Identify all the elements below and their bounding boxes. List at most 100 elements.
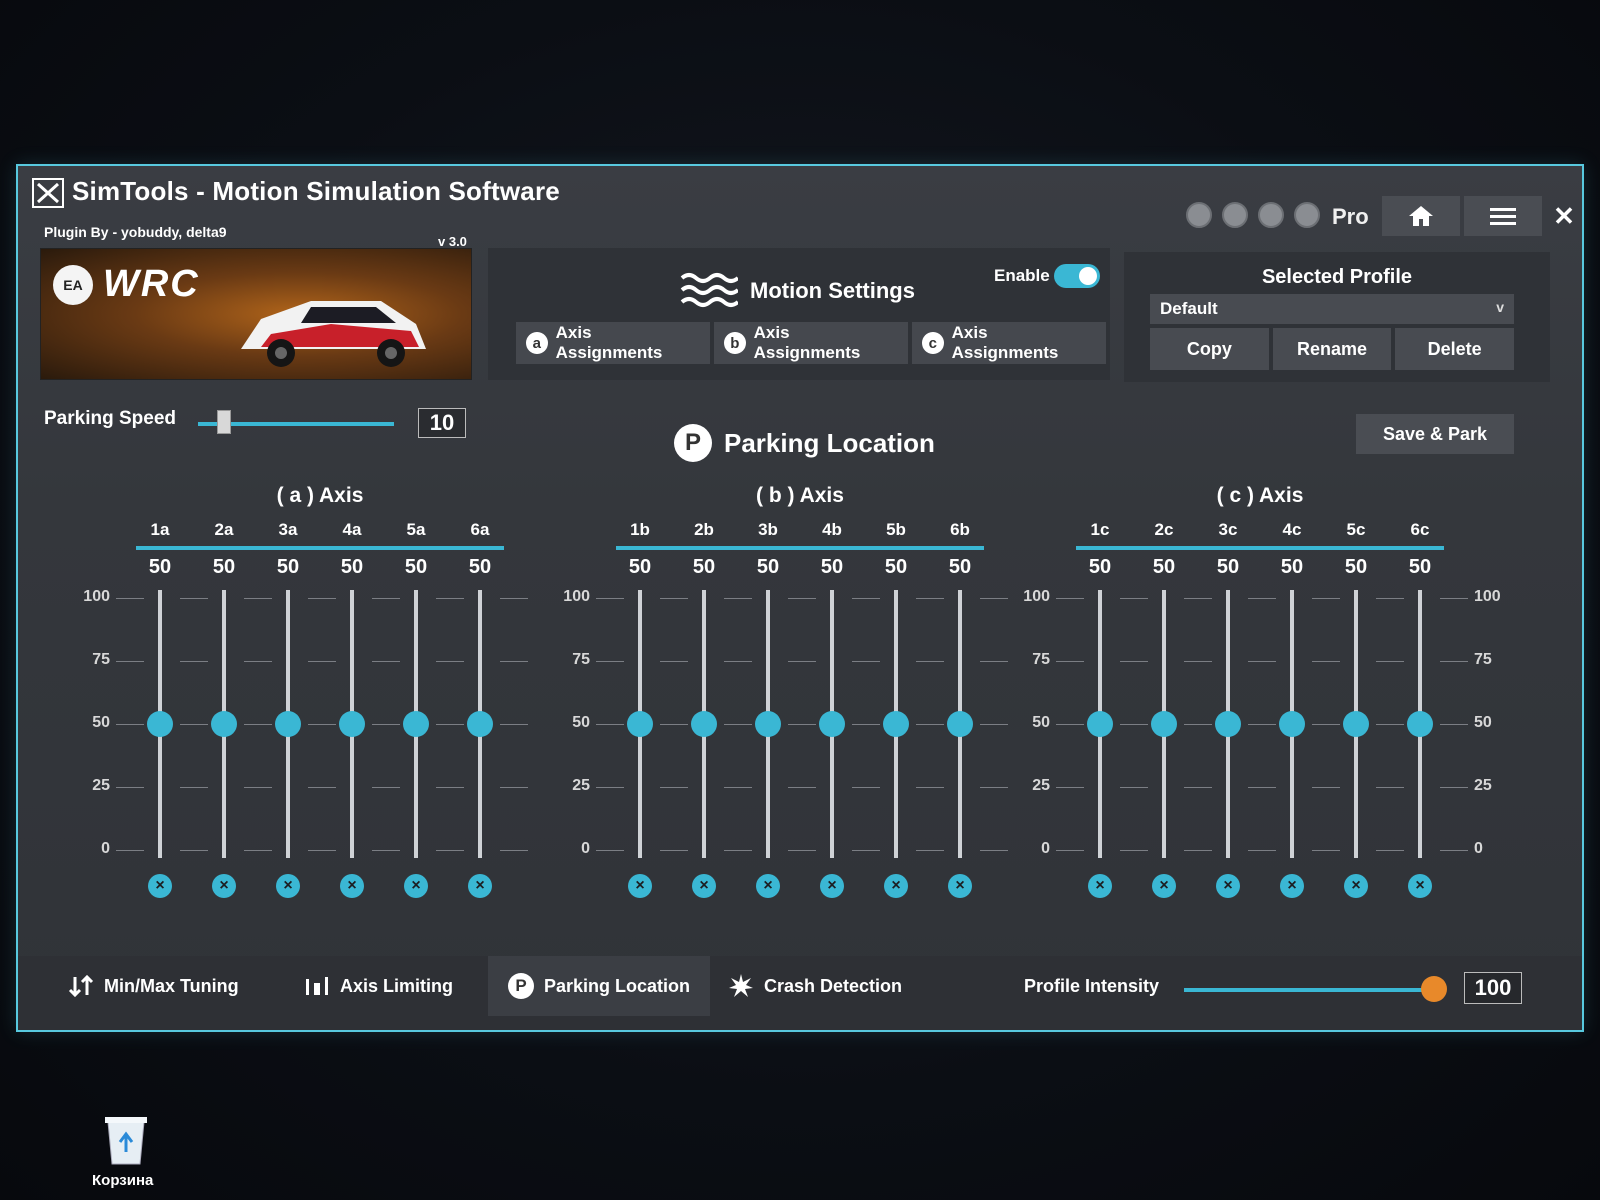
tab-parking-location[interactable]: P Parking Location	[488, 956, 711, 1016]
save-and-park-button[interactable]: Save & Park	[1356, 414, 1514, 454]
slider-knob[interactable]	[467, 711, 493, 737]
axis-limit-icon	[306, 977, 328, 995]
slider-knob[interactable]	[403, 711, 429, 737]
axis-label: 5a	[406, 520, 426, 539]
tab-axis-limiting[interactable]: Axis Limiting	[284, 956, 473, 1016]
axis-group-a: ( a ) Axis 1a 50 × 2a 50 × 3a 50 × 4a 50 × 5a 50 × 6a 50 ×…	[83, 484, 528, 924]
menu-button[interactable]	[1464, 196, 1542, 236]
reset-axis-icon[interactable]: ×	[404, 874, 428, 898]
profile-intensity-value[interactable]: 100	[1464, 972, 1522, 1004]
axis-label: 4c	[1282, 520, 1302, 539]
slider-knob[interactable]	[1215, 711, 1241, 737]
simtools-logo-icon	[32, 178, 64, 208]
rally-car-image	[241, 301, 426, 367]
reset-axis-icon[interactable]: ×	[1088, 874, 1112, 898]
slider-knob[interactable]	[1279, 711, 1305, 737]
scale-tick-label: 0	[1474, 840, 1483, 857]
axis-slider-6b: 6b 50 ×	[928, 484, 992, 924]
letter-c-icon: c	[922, 332, 944, 354]
rename-button[interactable]: Rename	[1272, 328, 1392, 370]
axis-slider-2a: 2a 50 ×	[192, 484, 256, 924]
reset-axis-icon[interactable]: ×	[948, 874, 972, 898]
parking-speed-value[interactable]: 10	[418, 408, 466, 438]
recycle-bin-icon[interactable]	[100, 1112, 152, 1166]
reset-axis-icon[interactable]: ×	[1216, 874, 1240, 898]
axis-group-b: ( b ) Axis 1b 50 × 2b 50 × 3b 50 × 4b 50 × 5b 50 × 6b 50 ×…	[563, 484, 1008, 924]
reset-axis-icon[interactable]: ×	[148, 874, 172, 898]
tab-axis-assignments-a[interactable]: a Axis Assignments	[516, 322, 710, 364]
slider-knob[interactable]	[1407, 711, 1433, 737]
reset-axis-icon[interactable]: ×	[212, 874, 236, 898]
axis-slider-1a: 1a 50 ×	[128, 484, 192, 924]
tab-axis-assignments-c[interactable]: c Axis Assignments	[912, 322, 1106, 364]
scale-tick-label: 25	[1474, 777, 1492, 794]
axis-value: 50	[948, 556, 972, 578]
reset-axis-icon[interactable]: ×	[1408, 874, 1432, 898]
axis-value: 50	[340, 556, 364, 578]
axis-value: 50	[468, 556, 492, 578]
reset-axis-icon[interactable]: ×	[884, 874, 908, 898]
tab-axis-assignments-b[interactable]: b Axis Assignments	[714, 322, 908, 364]
close-button[interactable]: ✕	[1544, 196, 1582, 236]
slider-knob[interactable]	[755, 711, 781, 737]
tab-label: Axis Limiting	[340, 975, 454, 996]
axis-value: 50	[1216, 556, 1240, 578]
reset-axis-icon[interactable]: ×	[820, 874, 844, 898]
slider-knob[interactable]	[1343, 711, 1369, 737]
scale-tick-label: 100	[1474, 588, 1501, 605]
copy-button[interactable]: Copy	[1150, 328, 1269, 370]
slider-knob[interactable]	[883, 711, 909, 737]
reset-axis-icon[interactable]: ×	[1152, 874, 1176, 898]
axis-slider-4c: 4c 50 ×	[1260, 484, 1324, 924]
axis-label: 6a	[470, 520, 490, 539]
slider-knob[interactable]	[947, 711, 973, 737]
axis-label: 2b	[694, 520, 714, 539]
reset-axis-icon[interactable]: ×	[340, 874, 364, 898]
reset-axis-icon[interactable]: ×	[1280, 874, 1304, 898]
slider-knob[interactable]	[691, 711, 717, 737]
axis-value: 50	[1344, 556, 1368, 578]
parking-location-title: Parking Location	[724, 428, 935, 458]
profile-dropdown[interactable]: Default v	[1150, 294, 1514, 324]
status-circle-icon[interactable]	[1186, 202, 1212, 228]
slider-knob[interactable]	[627, 711, 653, 737]
scale-tick-label: 25	[1032, 777, 1050, 794]
reset-axis-icon[interactable]: ×	[628, 874, 652, 898]
slider-knob[interactable]	[1087, 711, 1113, 737]
reset-axis-icon[interactable]: ×	[468, 874, 492, 898]
profile-intensity-slider[interactable]	[1184, 988, 1434, 992]
version-label: v 3.0	[438, 234, 467, 249]
slider-knob[interactable]	[1151, 711, 1177, 737]
profile-intensity-knob[interactable]	[1421, 976, 1447, 1002]
scale-tick-label: 0	[101, 840, 110, 857]
reset-axis-icon[interactable]: ×	[692, 874, 716, 898]
delete-button[interactable]: Delete	[1395, 328, 1515, 370]
slider-knob[interactable]	[147, 711, 173, 737]
slider-knob[interactable]	[339, 711, 365, 737]
reset-axis-icon[interactable]: ×	[276, 874, 300, 898]
status-circle-icon[interactable]	[1258, 202, 1284, 228]
scale-tick-label: 50	[1474, 714, 1492, 731]
home-button[interactable]	[1382, 196, 1460, 236]
tab-crash-detection[interactable]: Crash Detection	[708, 956, 922, 1016]
axis-value: 50	[628, 556, 652, 578]
scale-tick-label: 0	[581, 840, 590, 857]
profile-panel: Selected Profile Default v Copy Rename D…	[1124, 252, 1550, 382]
slider-knob[interactable]	[211, 711, 237, 737]
axis-group-c: ( c ) Axis 1c 50 × 2c 50 × 3c 50 × 4c 50 × 5c 50 × 6c 50 ×…	[1023, 484, 1501, 924]
slider-knob[interactable]	[275, 711, 301, 737]
tab-min-max-tuning[interactable]: Min/Max Tuning	[48, 956, 259, 1016]
status-circle-icon[interactable]	[1222, 202, 1248, 228]
power-icon[interactable]	[1294, 202, 1320, 228]
enable-toggle[interactable]	[1054, 264, 1100, 288]
slider-knob[interactable]	[819, 711, 845, 737]
scale-tick-label: 25	[572, 777, 590, 794]
scale-tick-label: 100	[1023, 588, 1050, 605]
reset-axis-icon[interactable]: ×	[1344, 874, 1368, 898]
scale-tick-label: 75	[1032, 651, 1050, 668]
parking-speed-handle[interactable]	[216, 410, 231, 434]
scale-tick-label: 50	[1032, 714, 1050, 731]
reset-axis-icon[interactable]: ×	[756, 874, 780, 898]
scale-tick-label: 50	[572, 714, 590, 731]
axis-slider-4b: 4b 50 ×	[800, 484, 864, 924]
